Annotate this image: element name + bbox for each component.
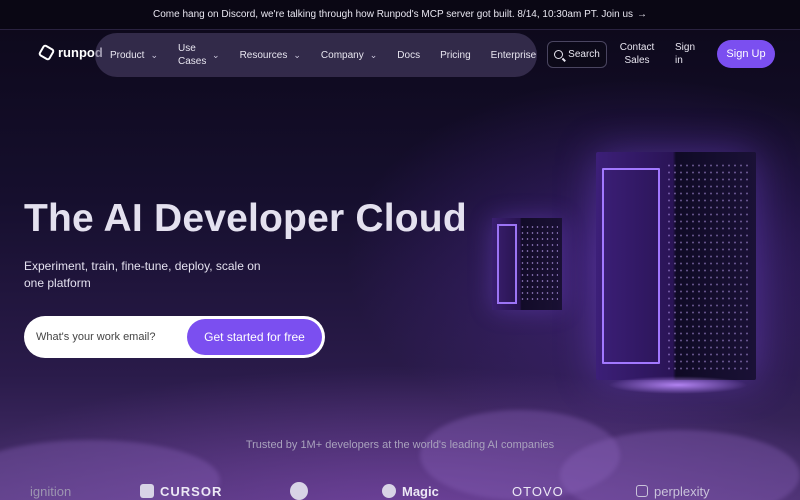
nav-label: Resources bbox=[239, 49, 288, 61]
customer-logos: ignition CURSOR Magic OTOVO perplexity bbox=[0, 482, 800, 500]
banner-text: Come hang on Discord, we're talking thro… bbox=[153, 9, 633, 20]
nav-enterprise[interactable]: Enterprise bbox=[491, 49, 537, 62]
server-door bbox=[602, 168, 660, 364]
nav-resources[interactable]: Resources ⌄ bbox=[240, 49, 301, 62]
chevron-down-icon: ⌄ bbox=[212, 49, 220, 60]
server-glow bbox=[608, 376, 748, 394]
logo-text: perplexity bbox=[654, 483, 710, 499]
nav-label: Docs bbox=[397, 49, 421, 61]
nav-pricing[interactable]: Pricing bbox=[440, 49, 471, 62]
get-started-button[interactable]: Get started for free bbox=[187, 319, 322, 355]
main-nav: Product ⌄ Use Cases ⌄ Resources ⌄ Compan… bbox=[95, 33, 537, 77]
chevron-down-icon: ⌄ bbox=[369, 49, 378, 60]
logo-magic: Magic bbox=[382, 484, 439, 499]
email-input[interactable] bbox=[36, 331, 186, 343]
server-lights bbox=[666, 162, 748, 370]
announcement-banner[interactable]: Come hang on Discord, we're talking thro… bbox=[0, 0, 800, 30]
server-tower-large bbox=[596, 152, 756, 394]
nav-docs[interactable]: Docs bbox=[397, 49, 420, 62]
nav-product[interactable]: Product ⌄ bbox=[110, 49, 158, 62]
nav-company[interactable]: Company ⌄ bbox=[321, 49, 377, 62]
trusted-by-text: Trusted by 1M+ developers at the world's… bbox=[245, 439, 555, 451]
nav-label: Enterprise bbox=[490, 49, 537, 61]
logo-cursor: CURSOR bbox=[140, 484, 222, 499]
logo-text: CURSOR bbox=[160, 483, 223, 499]
nav-use-cases[interactable]: Use Cases ⌄ bbox=[178, 42, 220, 68]
logo-text: ignition bbox=[30, 483, 72, 499]
cursor-icon bbox=[140, 484, 154, 498]
search-button[interactable]: Search bbox=[547, 41, 607, 68]
server-tower-small bbox=[492, 218, 562, 310]
magic-icon bbox=[382, 484, 396, 498]
logo-mask bbox=[290, 482, 314, 500]
nav-label: Company bbox=[320, 49, 364, 61]
runpod-cube-icon bbox=[37, 43, 56, 62]
hero-subtitle: Experiment, train, fine-tune, deploy, sc… bbox=[24, 259, 261, 290]
sign-up-button[interactable]: Sign Up bbox=[717, 40, 775, 68]
logo-otovo: OTOVO bbox=[512, 484, 564, 499]
search-icon bbox=[554, 50, 564, 59]
logo-text: Magic bbox=[402, 483, 439, 499]
server-lights bbox=[520, 224, 558, 304]
nav-label: Use Cases bbox=[178, 43, 207, 67]
arrow-right-icon: → bbox=[637, 9, 647, 20]
runpod-logo[interactable]: runpod bbox=[37, 43, 103, 62]
hero-title: The AI Developer Cloud bbox=[24, 197, 467, 240]
logo-text: OTOVO bbox=[512, 483, 564, 499]
chevron-down-icon: ⌄ bbox=[150, 49, 159, 60]
sign-in-link[interactable]: Sign in bbox=[675, 41, 699, 67]
logo-perplexity: perplexity bbox=[636, 484, 710, 499]
mask-icon bbox=[290, 482, 308, 500]
perplexity-icon bbox=[636, 485, 648, 497]
contact-sales-link[interactable]: Contact Sales bbox=[618, 41, 656, 67]
server-door bbox=[497, 224, 517, 304]
chevron-down-icon: ⌄ bbox=[293, 49, 301, 60]
email-signup-form: Get started for free bbox=[24, 316, 325, 358]
nav-label: Product bbox=[110, 49, 145, 61]
logo-ignition: ignition bbox=[30, 484, 71, 499]
nav-label: Pricing bbox=[440, 49, 471, 61]
search-label: Search bbox=[568, 49, 600, 60]
